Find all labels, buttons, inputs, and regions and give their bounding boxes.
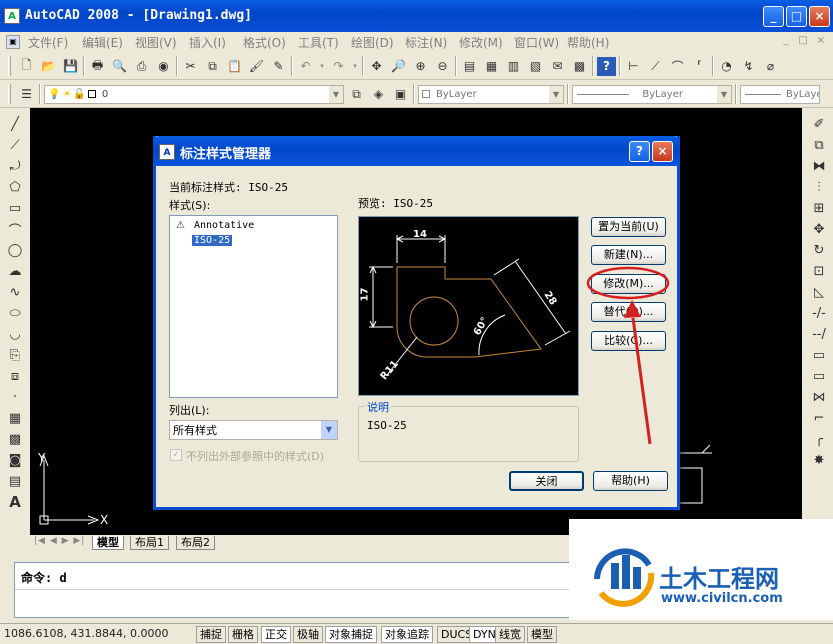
civilcn-watermark: 土木工程网 www.civilcn.com bbox=[569, 519, 833, 620]
annotation-arrow-shaft bbox=[631, 317, 652, 445]
watermark-url: www.civilcn.com bbox=[661, 591, 783, 606]
watermark-brand: 土木工程网 bbox=[659, 565, 779, 593]
autocad-window: A AutoCAD 2008 - [Drawing1.dwg] _ □ × ▣ … bbox=[0, 0, 833, 644]
civilcn-logo-icon bbox=[594, 548, 655, 607]
highlight-ellipse bbox=[586, 266, 670, 300]
annotation-arrow-head bbox=[624, 300, 641, 318]
